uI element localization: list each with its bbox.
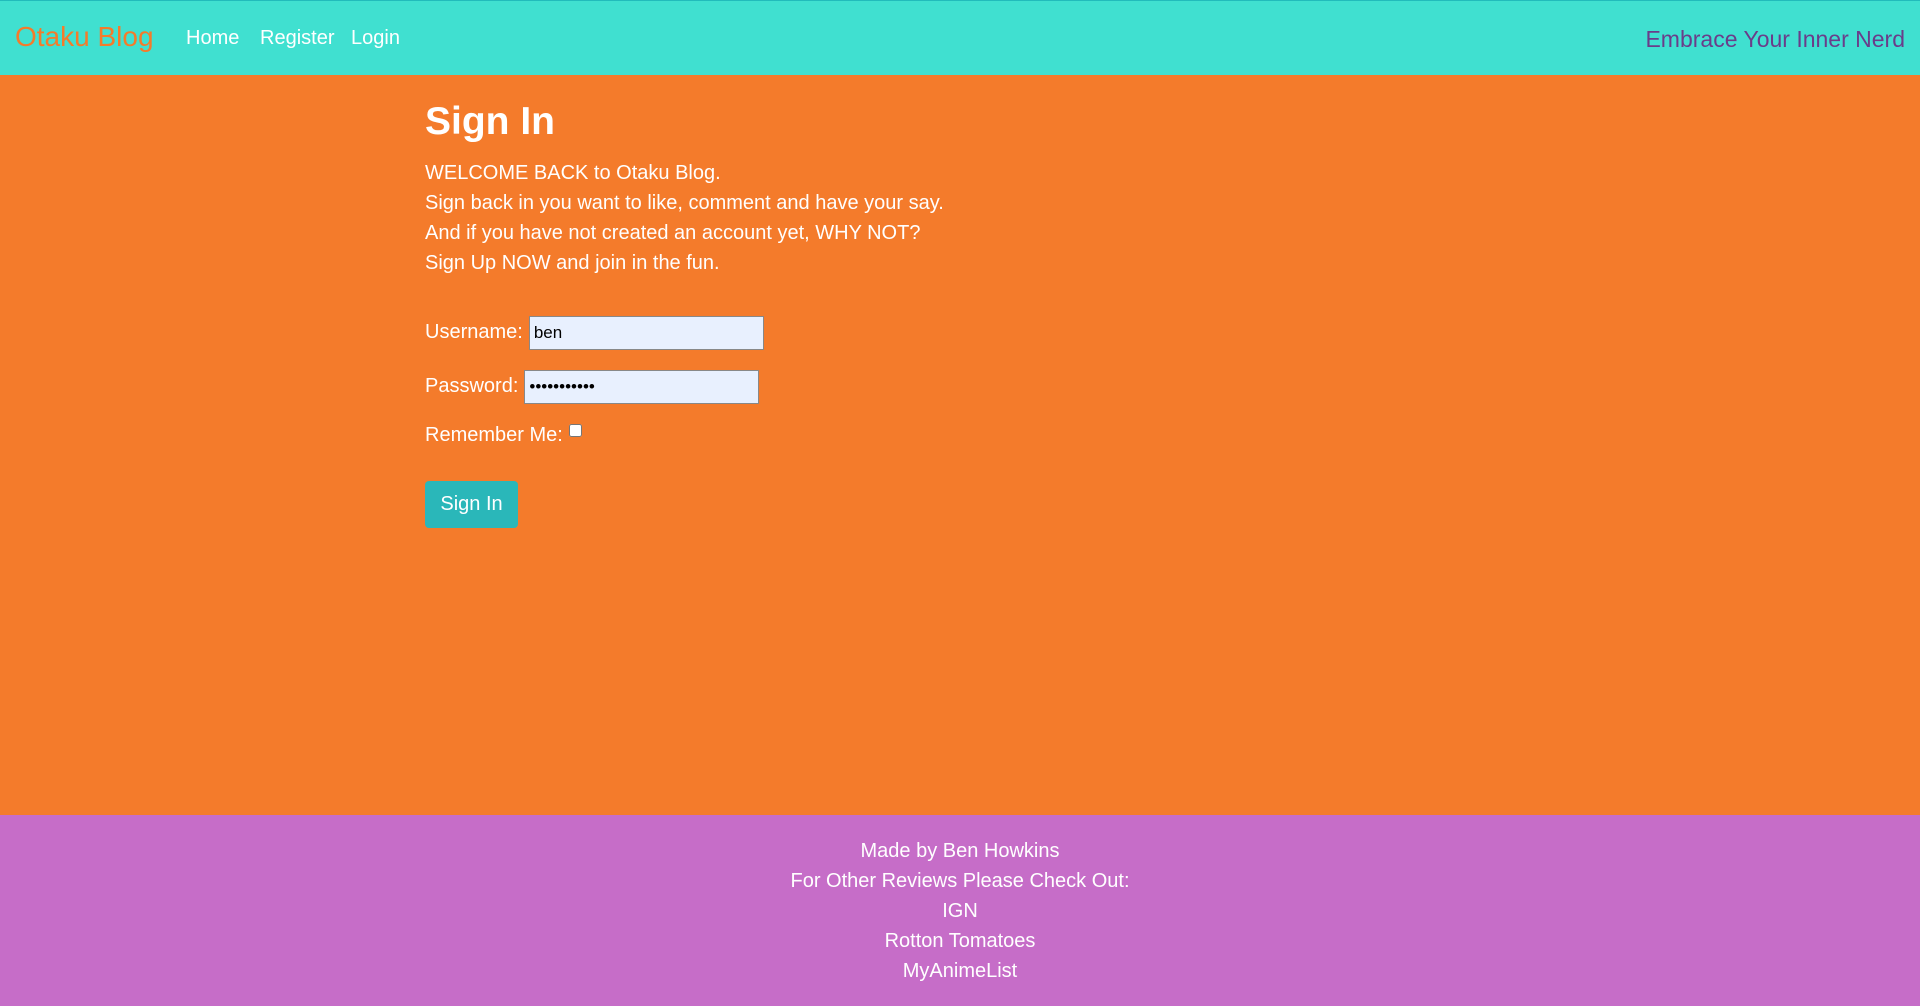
footer-made-by: Made by Ben Howkins (860, 840, 1060, 862)
remember-label: Remember Me: (425, 423, 563, 446)
footer: Made by Ben Howkins For Other Reviews Pl… (0, 815, 1920, 1006)
footer-link-ign[interactable]: IGN (0, 896, 1920, 926)
brand-link[interactable]: Otaku Blog (15, 21, 154, 53)
password-row: Password: (425, 369, 1225, 404)
intro-line: And if you have not created an account y… (425, 221, 921, 244)
username-row: Username: (425, 315, 1225, 350)
footer-link-rotten-tomatoes[interactable]: Rotton Tomatoes (0, 926, 1920, 956)
password-label: Password: (425, 375, 519, 398)
footer-link-myanimelist[interactable]: MyAnimeList (0, 956, 1920, 986)
remember-checkbox[interactable] (568, 424, 582, 438)
page-title: Sign In (425, 100, 555, 143)
intro-line: Sign back in you want to like, comment a… (425, 191, 944, 214)
remember-row: Remember Me: (425, 424, 1225, 447)
footer-other-reviews: For Other Reviews Please Check Out: (790, 870, 1130, 892)
nav-link-register[interactable]: Register (260, 27, 334, 50)
password-field[interactable] (524, 369, 760, 404)
signin-form: Username: Password: Remember Me: Sign In (425, 315, 1225, 528)
tagline: Embrace Your Inner Nerd (1645, 26, 1905, 52)
nav-link-home[interactable]: Home (186, 27, 239, 50)
navbar: Otaku Blog Home Register Login Embrace Y… (0, 0, 1920, 75)
main-content: Sign In WELCOME BACK to Otaku Blog. Sign… (425, 75, 1225, 528)
nav-link-login[interactable]: Login (351, 27, 400, 50)
intro-text: WELCOME BACK to Otaku Blog. Sign back in… (425, 158, 1225, 278)
username-field[interactable] (528, 315, 764, 350)
intro-line: WELCOME BACK to Otaku Blog. (425, 161, 721, 184)
signin-button[interactable]: Sign In (425, 480, 518, 528)
username-label: Username: (425, 321, 523, 344)
intro-line: Sign Up NOW and join in the fun. (425, 251, 720, 274)
